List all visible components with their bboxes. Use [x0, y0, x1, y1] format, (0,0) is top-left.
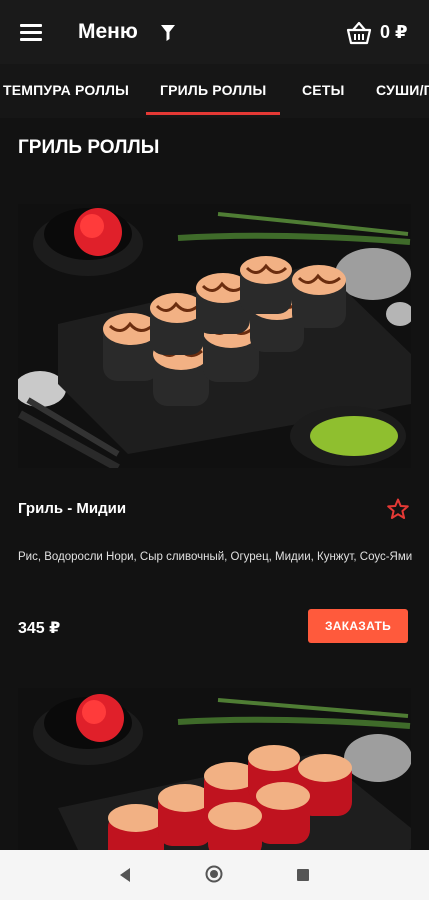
product-name[interactable]: Гриль - Мидии [18, 500, 126, 517]
menu-icon[interactable] [20, 24, 42, 41]
star-outline-icon[interactable] [386, 497, 410, 521]
back-icon[interactable] [118, 867, 132, 883]
category-tabs: ТЕМПУРА РОЛЛЫ ГРИЛЬ РОЛЛЫ СЕТЫ СУШИ/Г [0, 64, 429, 118]
recent-apps-icon[interactable] [297, 869, 309, 881]
basket-icon[interactable] [346, 21, 372, 45]
product-price: 345 ₽ [18, 620, 61, 637]
product-image[interactable] [18, 688, 411, 850]
tab-sets[interactable]: СЕТЫ [302, 64, 345, 118]
home-icon[interactable] [205, 865, 223, 883]
product-description: Рис, Водоросли Нори, Сыр сливочный, Огур… [18, 551, 413, 563]
cart-total[interactable]: 0 ₽ [380, 22, 408, 43]
order-button[interactable]: ЗАКАЗАТЬ [308, 609, 408, 643]
app-bar: Меню 0 ₽ [0, 0, 429, 64]
tab-tempura-rolls[interactable]: ТЕМПУРА РОЛЛЫ [3, 64, 129, 118]
tab-sushi[interactable]: СУШИ/Г [376, 64, 429, 118]
page-title: Меню [78, 20, 138, 43]
section-title: ГРИЛЬ РОЛЛЫ [18, 137, 160, 158]
product-image[interactable] [18, 204, 411, 468]
tab-grill-rolls[interactable]: ГРИЛЬ РОЛЛЫ [145, 64, 281, 118]
filter-icon[interactable] [160, 24, 176, 42]
